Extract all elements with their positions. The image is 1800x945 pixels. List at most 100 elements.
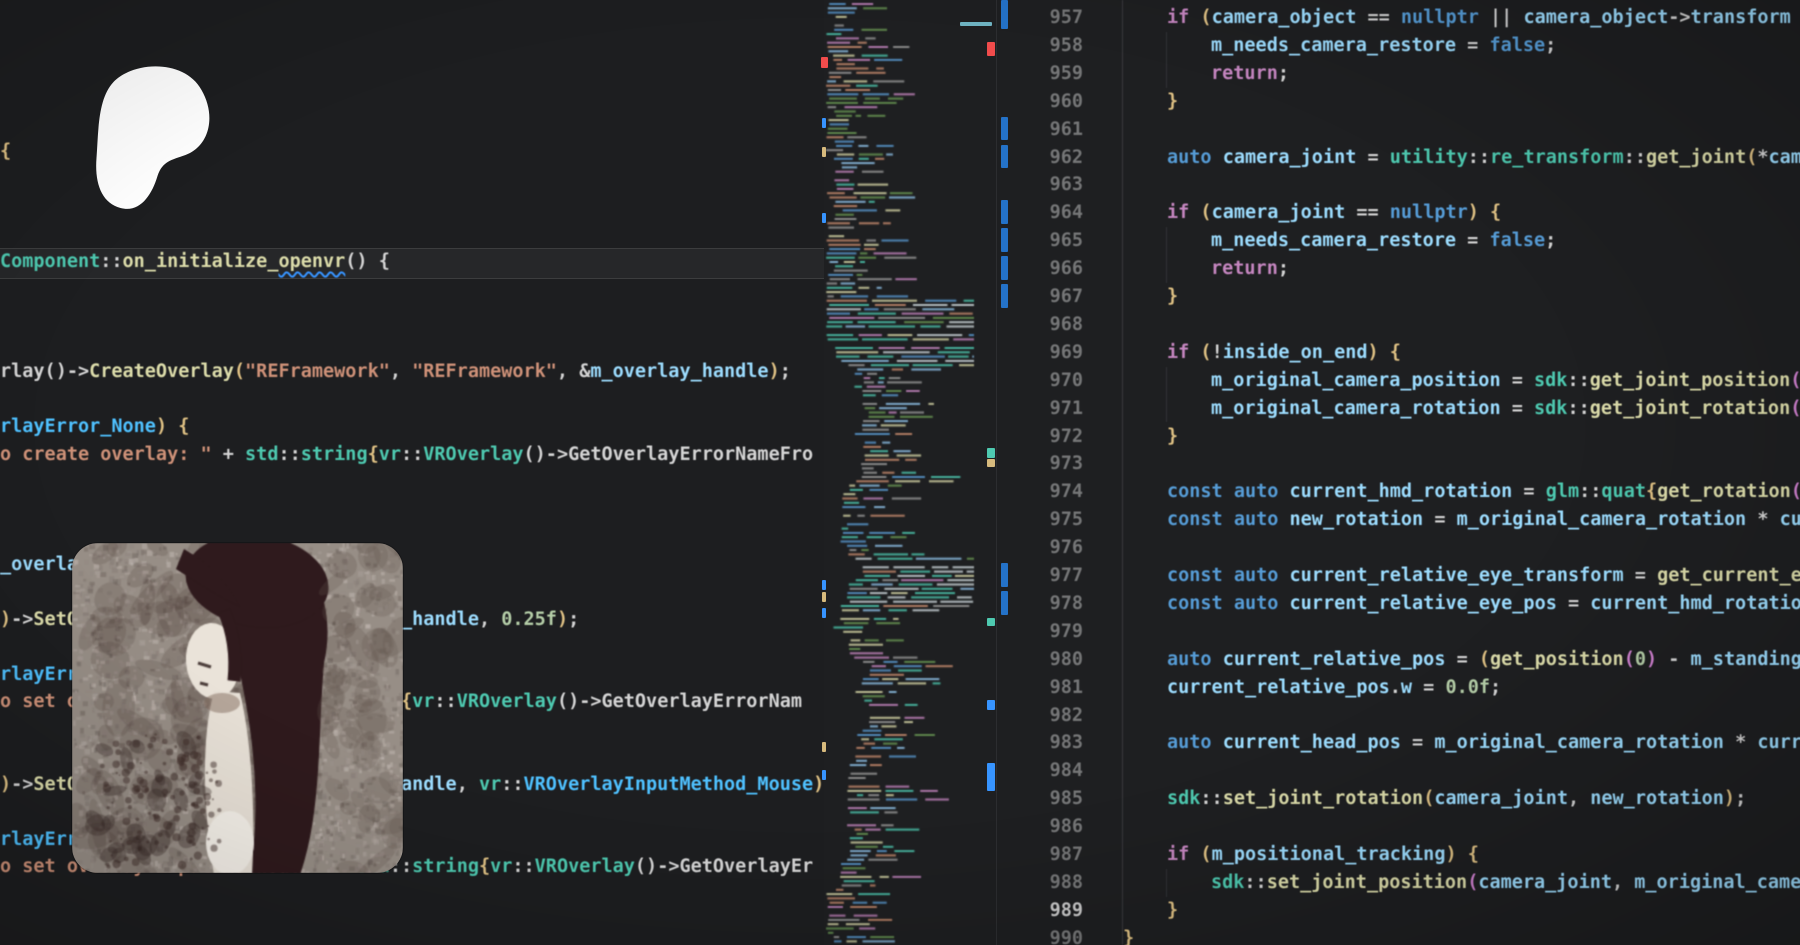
- code-line[interactable]: const auto current_relative_eye_pos = cu…: [1167, 590, 1800, 617]
- code-token: glm: [1546, 481, 1579, 502]
- code-line[interactable]: rlay()->CreateOverlay("REFramework", "RE…: [0, 358, 791, 385]
- code-token: ;: [1278, 258, 1289, 279]
- code-token: m_original_camera_position: [1211, 370, 1501, 391]
- code-token: [1278, 481, 1289, 502]
- code-token: set_joint_rotation: [1223, 788, 1423, 809]
- code-line[interactable]: auto camera_joint = utility::re_transfor…: [1167, 144, 1800, 171]
- code-token: [1189, 202, 1200, 223]
- code-token: ;: [1735, 788, 1746, 809]
- code-line[interactable]: const auto new_rotation = m_original_cam…: [1167, 506, 1800, 533]
- code-token: =: [1501, 398, 1534, 419]
- code-token: !: [1212, 342, 1223, 363]
- code-line[interactable]: {: [0, 138, 11, 165]
- code-line[interactable]: }: [1167, 423, 1178, 450]
- code-token: ::: [501, 774, 523, 795]
- code-token: current_relative_eye_transform: [1290, 565, 1624, 586]
- code-token: [1278, 509, 1289, 530]
- code-token: ->: [11, 774, 33, 795]
- code-token: (: [1791, 481, 1800, 502]
- indent-guide: [1122, 0, 1123, 945]
- indent-guide: [1166, 227, 1167, 283]
- code-line[interactable]: rlayError_None) {: [0, 413, 189, 440]
- code-line[interactable]: }: [1167, 88, 1178, 115]
- code-line[interactable]: current_relative_pos.w = 0.0f;: [1167, 674, 1501, 701]
- code-token: ;: [1490, 677, 1501, 698]
- code-token: m_needs_camera_restore: [1211, 230, 1456, 251]
- code-token: 0.25f: [501, 609, 557, 630]
- code-token: m_standing: [1691, 649, 1800, 670]
- code-line[interactable]: Component::on_initialize_openvr() {: [0, 248, 390, 275]
- code-token: camera_object: [1212, 7, 1357, 28]
- code-token: ()->GetOverlayEr: [635, 856, 813, 877]
- code-line[interactable]: m_needs_camera_restore = false;: [1211, 32, 1556, 59]
- code-token: ->: [1668, 7, 1690, 28]
- code-token: nullptr: [1401, 7, 1479, 28]
- code-token: *: [1724, 732, 1757, 753]
- code-token: "REFramework": [245, 361, 390, 382]
- code-token: ::: [401, 444, 423, 465]
- code-line[interactable]: sdk::set_joint_rotation(camera_joint, ne…: [1167, 785, 1746, 812]
- code-line[interactable]: m_original_camera_rotation = sdk::get_jo…: [1211, 395, 1800, 422]
- code-token: m_original_camera_rotation: [1211, 398, 1501, 419]
- code-token: sdk: [1211, 872, 1244, 893]
- minimap-gutter-marker: [822, 608, 826, 618]
- overview-ruler-marker: [987, 763, 995, 791]
- vscode-window: {Component::on_initialize_openvr() {rlay…: [0, 0, 1800, 945]
- code-token: current_relative_pos: [1223, 649, 1446, 670]
- code-line[interactable]: if (camera_joint == nullptr) {: [1167, 199, 1501, 226]
- right-editor-pane[interactable]: 9579589599609619629639649659669679689699…: [996, 0, 1800, 945]
- code-token: =: [1423, 509, 1456, 530]
- code-line[interactable]: const auto current_relative_eye_transfor…: [1167, 562, 1800, 589]
- code-token: auto: [1167, 649, 1212, 670]
- code-line[interactable]: o create overlay: " + std::string{vr::VR…: [0, 441, 813, 468]
- right-code-layer[interactable]: if (camera_object == nullptr || camera_o…: [997, 0, 1800, 945]
- code-token: const auto: [1167, 593, 1278, 614]
- code-token: VROverlayInputMethod_Mouse: [524, 774, 814, 795]
- code-token: [1212, 732, 1223, 753]
- overview-ruler-marker: [987, 459, 995, 467]
- code-line[interactable]: }: [1167, 897, 1178, 924]
- code-line[interactable]: if (!inside_on_end) {: [1167, 339, 1401, 366]
- code-token: ) {: [1445, 844, 1478, 865]
- code-token: ==: [1345, 202, 1390, 223]
- code-line[interactable]: auto current_head_pos = m_original_camer…: [1167, 729, 1800, 756]
- code-token: =: [1445, 649, 1478, 670]
- code-token: const auto: [1167, 565, 1278, 586]
- code-token: return: [1211, 63, 1278, 84]
- code-token: get_current_e: [1657, 565, 1800, 586]
- minimap-gutter-marker: [822, 118, 826, 128]
- minimap[interactable]: [824, 0, 987, 945]
- code-token: utility: [1390, 147, 1468, 168]
- code-line[interactable]: m_needs_camera_restore = false;: [1211, 227, 1556, 254]
- code-token: string: [412, 856, 479, 877]
- code-line[interactable]: sdk::set_joint_position(camera_joint, m_…: [1211, 869, 1800, 896]
- code-line[interactable]: }: [1123, 925, 1134, 945]
- code-line[interactable]: if (camera_object == nullptr || camera_o…: [1167, 4, 1791, 31]
- code-token: {: [1646, 481, 1657, 502]
- code-token: current_hmd_rotatio: [1590, 593, 1800, 614]
- code-token: sdk: [1167, 788, 1200, 809]
- code-token: ): [557, 609, 568, 630]
- code-token: camera_joint: [1434, 788, 1568, 809]
- code-line[interactable]: if (m_positional_tracking) {: [1167, 841, 1479, 868]
- code-token: if: [1167, 342, 1189, 363]
- code-token: Component: [0, 251, 100, 272]
- code-token: o create overlay: ": [0, 444, 212, 465]
- code-line[interactable]: }: [1167, 283, 1178, 310]
- patreon-logo-icon: [75, 66, 212, 218]
- code-token: =: [1456, 35, 1489, 56]
- code-token: w: [1401, 677, 1412, 698]
- code-token: [1189, 342, 1200, 363]
- code-token: ::: [1579, 481, 1601, 502]
- code-token: }: [1167, 900, 1178, 921]
- code-line[interactable]: return;: [1211, 60, 1289, 87]
- code-line[interactable]: m_original_camera_position = sdk::get_jo…: [1211, 367, 1800, 394]
- code-token: ::: [100, 251, 122, 272]
- code-line[interactable]: const auto current_hmd_rotation = glm::q…: [1167, 478, 1800, 505]
- code-token: re_transform: [1490, 147, 1624, 168]
- code-token: =: [1401, 732, 1434, 753]
- code-line[interactable]: return;: [1211, 255, 1289, 282]
- code-line[interactable]: auto current_relative_pos = (get_positio…: [1167, 646, 1800, 673]
- code-token: current_hmd_rotation: [1290, 481, 1513, 502]
- code-token: {: [479, 856, 490, 877]
